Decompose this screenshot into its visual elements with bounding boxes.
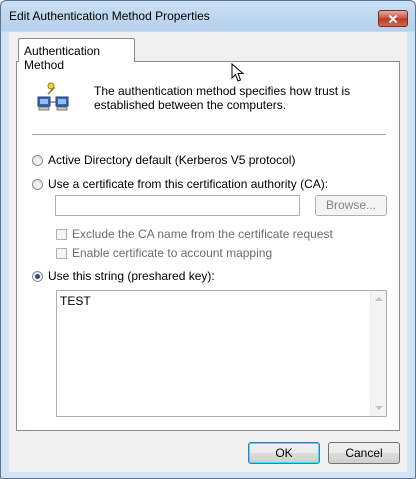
radio-label: Use a certificate from this certificatio… [48,177,329,191]
mouse-cursor-icon [231,63,245,82]
checkbox-cert-mapping[interactable]: Enable certificate to account mapping [56,246,272,260]
description-text: The authentication method specifies how … [94,84,351,112]
window-title: Edit Authentication Method Properties [9,9,210,23]
cancel-button[interactable]: Cancel [328,442,400,464]
tab-label: Authentication Method [24,44,101,72]
close-button[interactable] [378,10,408,27]
radio-button[interactable] [32,154,43,166]
vertical-scrollbar[interactable] [370,291,386,416]
radio-button[interactable] [32,270,43,282]
checkbox-label: Enable certificate to account mapping [72,246,273,260]
network-computers-icon [37,82,69,111]
tab-panel: The authentication method specifies how … [16,61,400,431]
preshared-key-value: TEST [60,294,91,308]
ok-button[interactable]: OK [248,442,320,464]
preshared-key-textarea[interactable]: TEST [56,290,387,417]
scroll-up-icon[interactable] [375,297,383,301]
radio-preshared-key[interactable]: Use this string (preshared key): [32,269,215,283]
tab-authentication-method[interactable]: Authentication Method [18,38,135,72]
scroll-down-icon[interactable] [375,406,383,410]
title-bar[interactable]: Edit Authentication Method Properties [1,1,415,31]
radio-ad-default[interactable]: Active Directory default (Kerberos V5 pr… [32,153,295,167]
radio-button[interactable] [32,178,43,190]
dialog-window: Edit Authentication Method Properties Au… [0,0,416,479]
radio-label: Use this string (preshared key): [48,269,215,283]
radio-certificate[interactable]: Use a certificate from this certificatio… [32,177,328,191]
separator [32,134,386,135]
radio-label: Active Directory default (Kerberos V5 pr… [48,153,296,167]
checkbox[interactable] [56,247,67,259]
checkbox-label: Exclude the CA name from the certificate… [72,227,333,241]
ca-name-input[interactable] [55,195,300,216]
checkbox-exclude-ca[interactable]: Exclude the CA name from the certificate… [56,227,333,241]
dialog-client-area: Authentication Method The authentication… [9,32,407,472]
checkbox[interactable] [56,228,67,240]
browse-button[interactable]: Browse... [315,195,387,216]
